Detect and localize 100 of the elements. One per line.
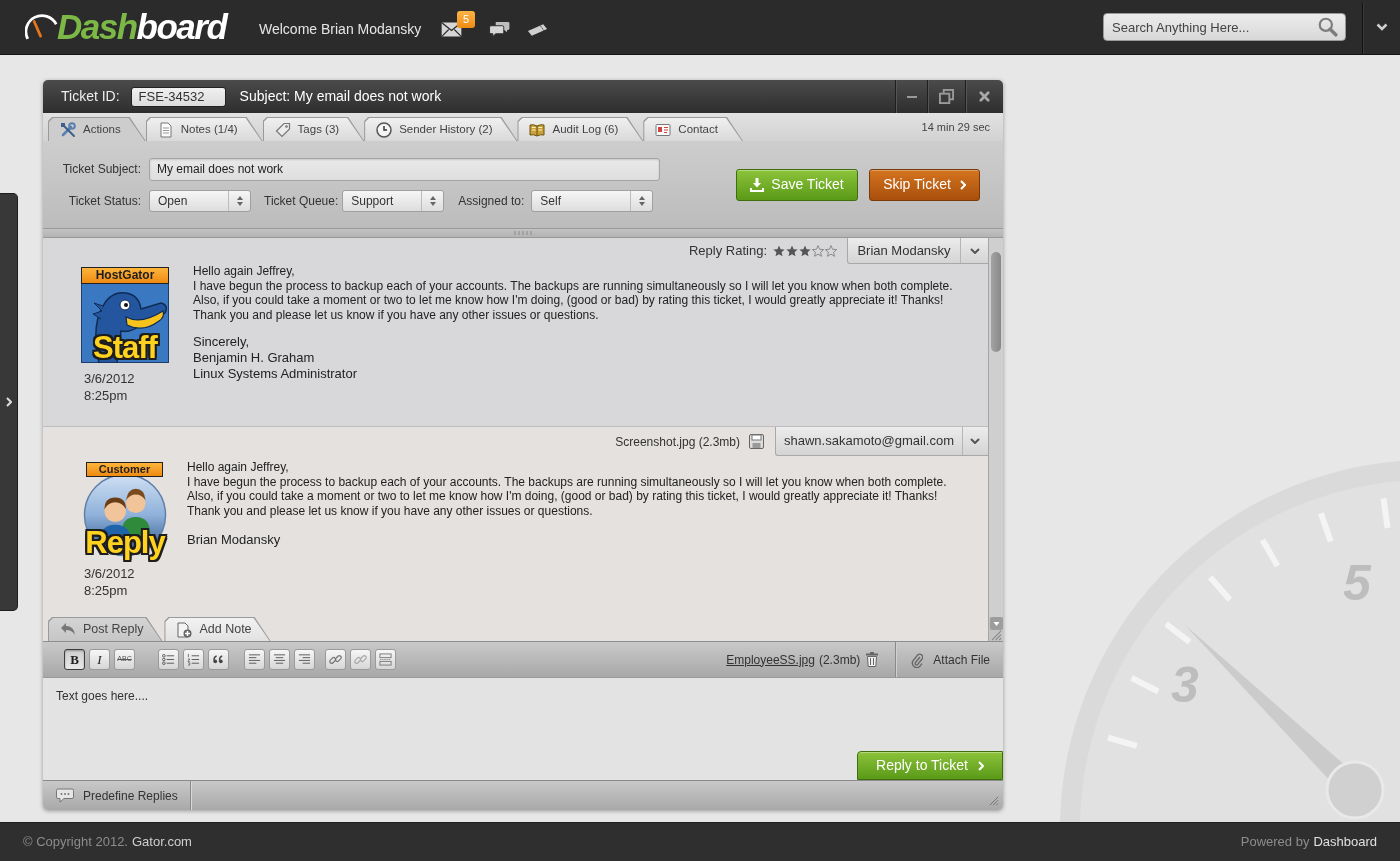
bold-button[interactable]: B [64, 649, 85, 670]
tab[interactable]: Audit Log (6) [517, 117, 644, 141]
attachment-name: Screenshot.jpg (2.3mb) [615, 433, 740, 451]
powered-by-text: Powered by [1240, 833, 1310, 852]
author-dropdown[interactable]: shawn.sakamoto@gmail.com [775, 427, 988, 456]
badge-label: Customer [86, 462, 163, 477]
up-down-arrows-icon [428, 194, 437, 207]
tab[interactable]: Post Reply [48, 617, 163, 641]
gauge-logo-icon [25, 13, 58, 41]
ticket-id-field[interactable]: FSE-34532 [130, 86, 226, 107]
message-date: 3/6/2012 [84, 370, 135, 387]
copyright-text: © Copyright 2012. [23, 833, 128, 852]
tab[interactable]: Tags (3) [262, 117, 365, 141]
link-button[interactable] [325, 649, 346, 670]
trash-icon[interactable] [866, 652, 879, 667]
welcome-text: Welcome Brian Modansky [259, 21, 422, 37]
tab[interactable]: Notes (1/4) [145, 117, 263, 141]
minimize-icon [906, 95, 917, 98]
brand-name: Dashboard [1313, 833, 1377, 852]
notification-badge: 5 [457, 11, 475, 28]
message-line: Also, if you could take a moment or two to let me know how I'm doing, (good or bad) by rating this ticket, I would greatly appreciate it! Thanks! [193, 293, 944, 309]
filled-star-icon [799, 245, 811, 257]
chat-bubbles-icon[interactable] [489, 21, 510, 38]
clock-icon [376, 121, 393, 138]
field-label: Assigned to: [458, 192, 525, 210]
file-size-text: (2.3mb) [818, 651, 861, 669]
resize-handle[interactable] [43, 228, 1003, 237]
skip-ticket-button[interactable]: Skip Ticket [869, 168, 980, 201]
close-icon [979, 91, 990, 102]
message-line: Also, if you could take a moment or two to let me know how I'm doing, (good or bad) by rating this ticket, I would greatly appreciate it! Thanks! [187, 489, 938, 505]
logo-text: Dashboard [57, 8, 227, 46]
caret-icon [970, 438, 981, 444]
quote-icon [212, 653, 225, 666]
badge-label: HostGator [81, 267, 169, 284]
ticket-icon[interactable] [527, 22, 548, 37]
resize-grip-icon[interactable] [989, 796, 999, 806]
unlink-button[interactable] [350, 649, 371, 670]
message-line: Thank you and please let us know if you have any other issues or questions. [187, 504, 593, 519]
link-icon [329, 653, 342, 666]
search-field[interactable]: Search Anything Here... [1103, 13, 1346, 41]
italic-button[interactable]: I [89, 649, 110, 670]
signature-line: Brian Modansky [187, 531, 281, 548]
speech-bubble-icon [56, 788, 74, 803]
field-label: Ticket ID: [61, 87, 120, 106]
numbered-list-icon [187, 653, 200, 666]
tools-icon [60, 121, 76, 138]
site-link[interactable]: Gator.com [132, 832, 192, 852]
contact-card-icon [655, 121, 672, 138]
restore-icon [939, 89, 954, 104]
subject-field[interactable]: My email does not work [149, 157, 660, 181]
message-line: Hello again Jeffrey, [193, 264, 295, 279]
tab[interactable]: Actions [48, 117, 146, 141]
signature-line: Benjamin H. Graham [193, 349, 315, 366]
book-icon [529, 121, 546, 138]
tag-icon [274, 121, 291, 138]
paperclip-icon [911, 651, 924, 668]
dropdown-field[interactable]: Support [342, 189, 445, 212]
message-time: 8:25pm [84, 387, 128, 404]
message-line: Thank you and please let us know if you have any other issues or questions. [193, 308, 599, 323]
align-right-button[interactable] [294, 649, 315, 670]
message-line: I have begun the process to backup each of your accounts. The backups are running simultaneously so I will let you know when both complete. [193, 278, 953, 294]
bullet-list-icon [162, 653, 175, 666]
side-panel-toggle[interactable] [0, 193, 18, 611]
message-time: 8:25pm [84, 582, 128, 599]
author-dropdown[interactable]: Brian Modansky [847, 238, 988, 264]
filled-star-icon [786, 245, 798, 257]
up-down-arrows-icon [235, 194, 244, 207]
horizontal-rule-button[interactable] [375, 649, 396, 670]
scrollbar-thumb[interactable] [991, 252, 1001, 352]
tab[interactable]: Contact [643, 117, 743, 141]
quote-button[interactable] [208, 649, 229, 670]
elapsed-time: 14 min 29 sec [921, 119, 990, 135]
align-center-icon [273, 653, 286, 666]
filled-star-icon [773, 245, 785, 257]
field-label: Ticket Queue: [264, 192, 339, 210]
dropdown-field[interactable]: Self [531, 189, 654, 212]
chevron-down-icon[interactable] [1376, 23, 1388, 31]
document-icon [157, 121, 174, 138]
predefined-replies-button[interactable]: Predefine Replies [43, 781, 191, 810]
broken-link-icon [354, 653, 367, 666]
attachment-link[interactable]: EmployeeSS.jpg [726, 650, 815, 669]
align-center-button[interactable] [269, 649, 290, 670]
rating-label: Reply Rating: [688, 242, 767, 261]
message-line: Hello again Jeffrey, [187, 460, 289, 475]
chevron-right-icon [977, 760, 984, 771]
dropdown-field[interactable]: Open [149, 189, 251, 212]
align-right-icon [298, 653, 311, 666]
message-date: 3/6/2012 [84, 565, 135, 582]
tab[interactable]: Add Note [164, 617, 271, 641]
bullet-list-button[interactable] [158, 649, 179, 670]
chevron-right-icon [959, 179, 966, 190]
mail-icon[interactable] [441, 22, 462, 37]
chevron-right-icon [5, 397, 12, 407]
search-icon[interactable] [1318, 17, 1338, 37]
signature-line: Sincerely, [193, 333, 250, 350]
tab[interactable]: Sender History (2) [364, 117, 518, 141]
align-left-button[interactable] [244, 649, 265, 670]
align-left-icon [248, 653, 261, 666]
field-label: Ticket Subject: [62, 161, 141, 178]
caret-icon [969, 247, 980, 254]
